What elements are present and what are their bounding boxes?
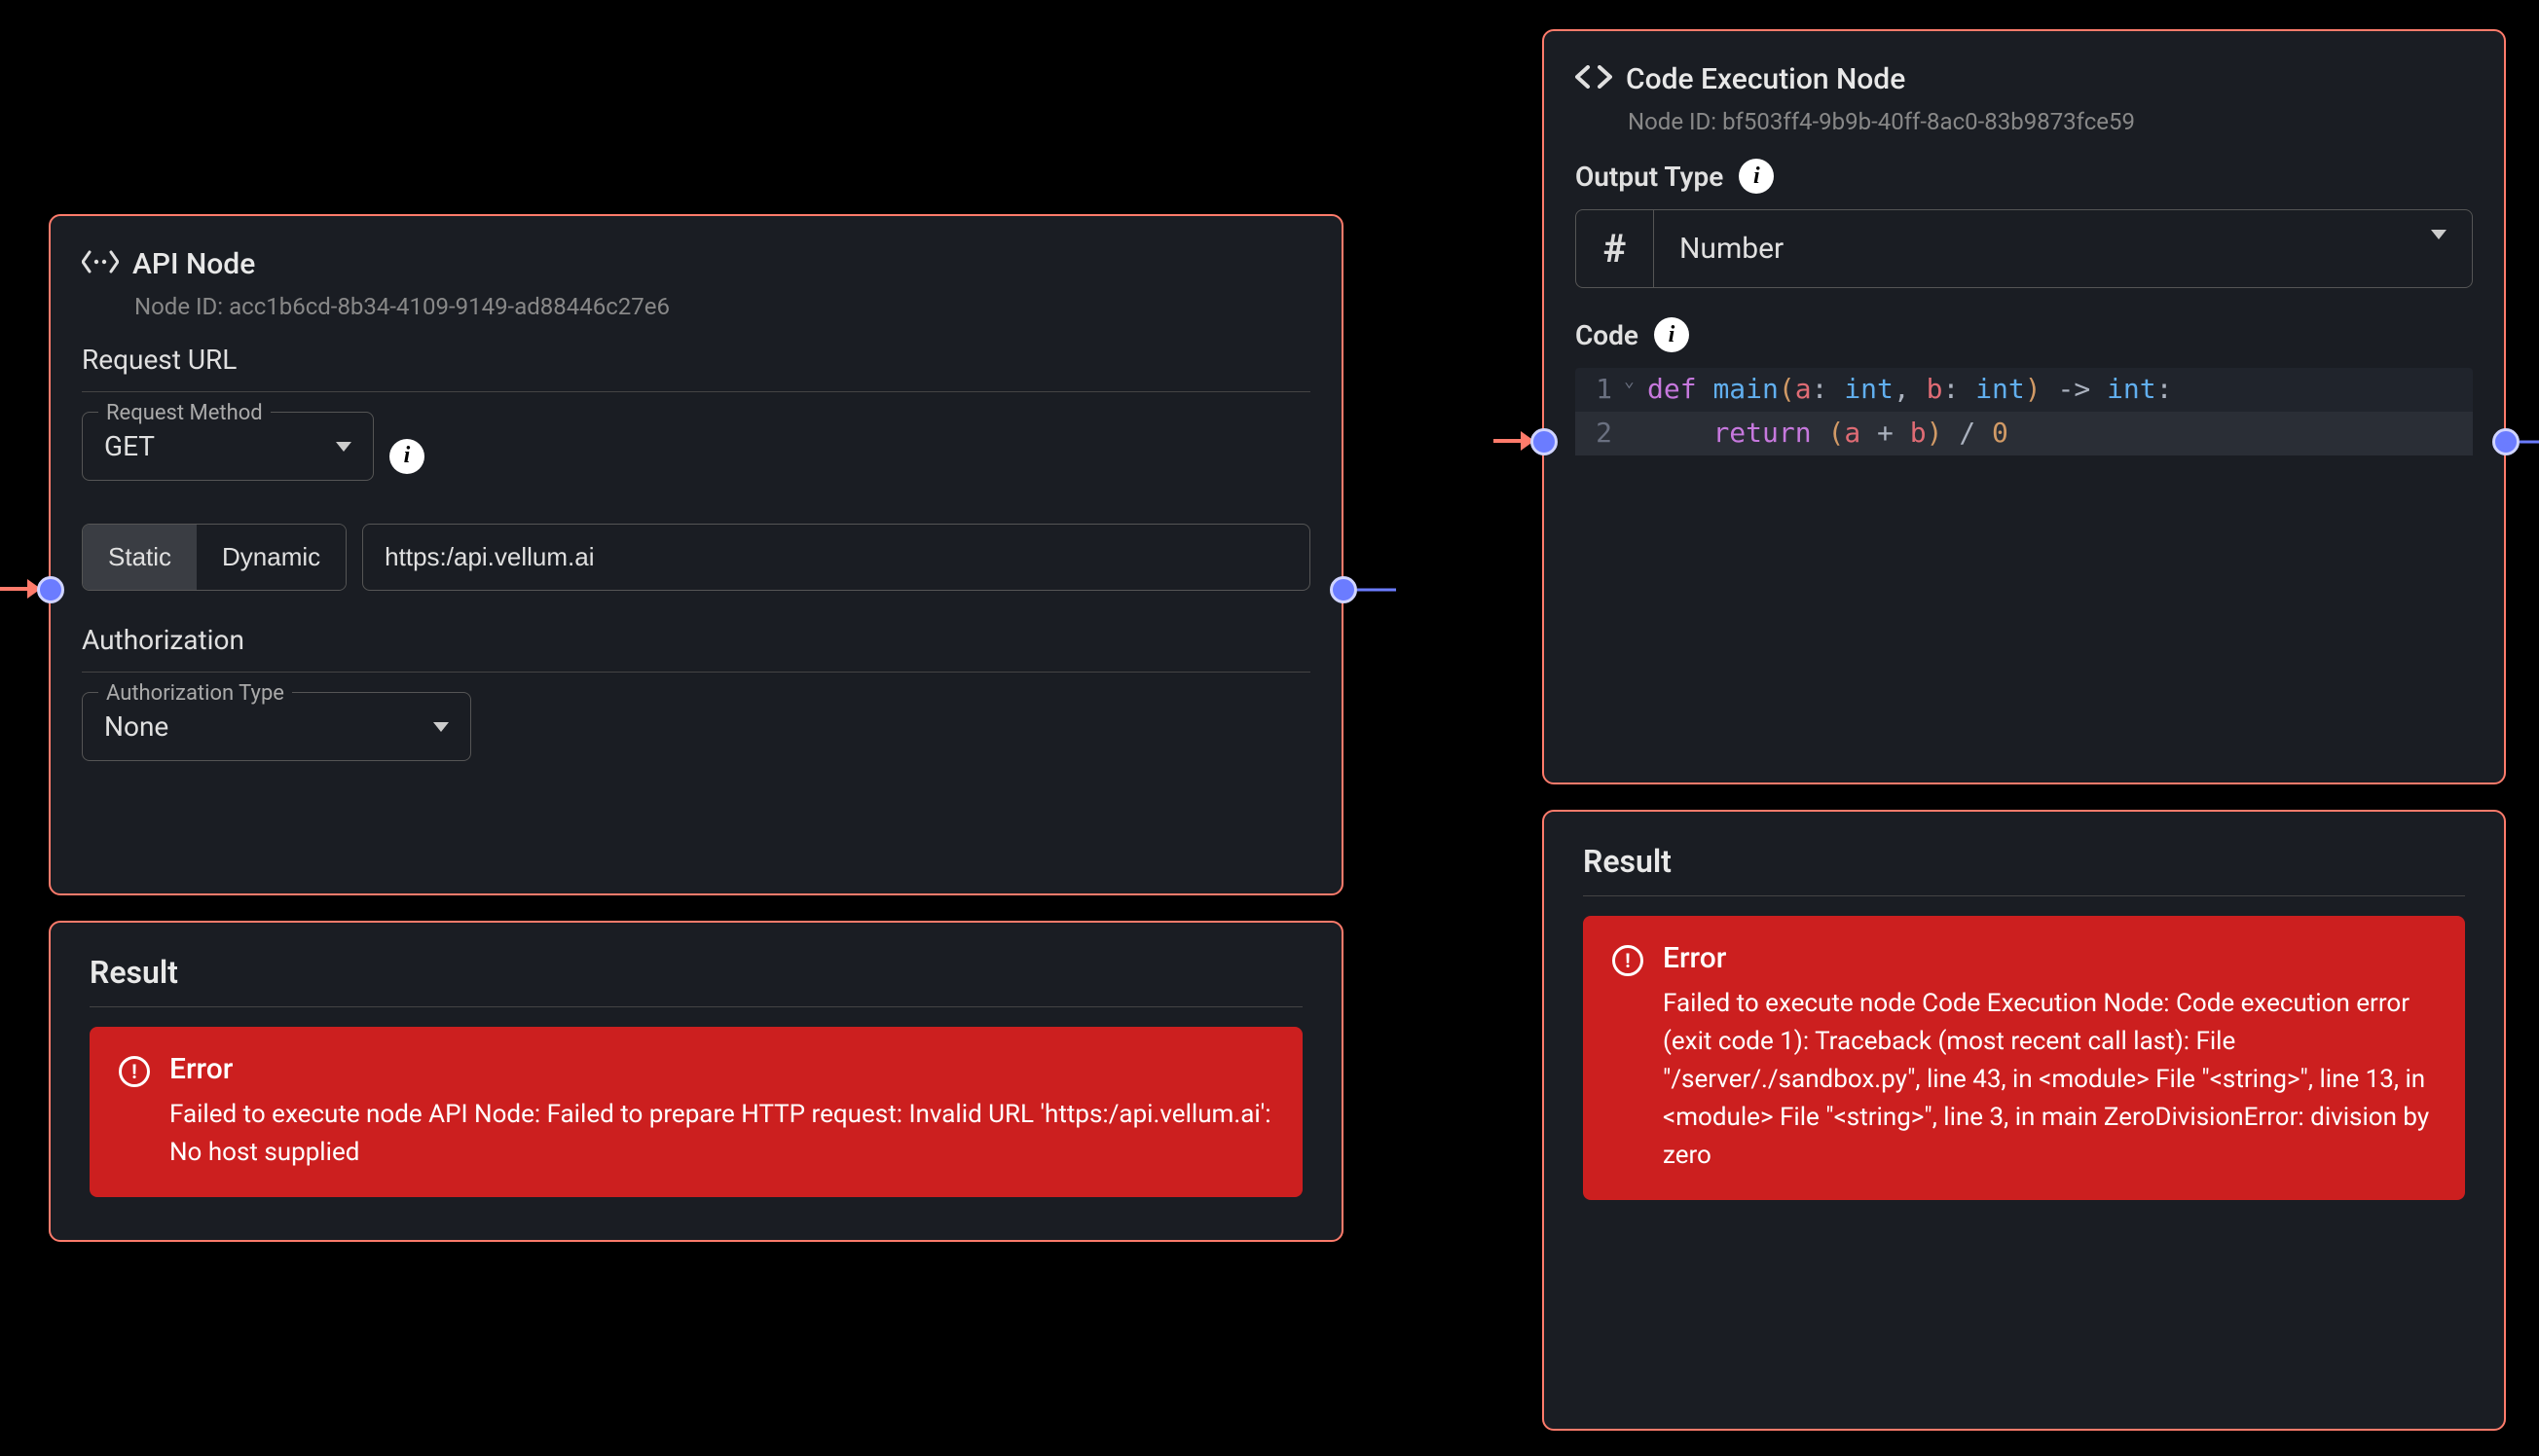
info-icon[interactable]: i: [389, 439, 424, 474]
divider: [82, 672, 1310, 673]
code-content: def main(a: int, b: int) -> int:: [1647, 368, 2173, 412]
code-result-card: Result ! Error Failed to execute node Co…: [1542, 810, 2506, 1431]
connector-line: [2520, 436, 2539, 448]
url-input[interactable]: [362, 524, 1310, 591]
error-icon: !: [1612, 945, 1643, 976]
info-icon[interactable]: i: [1739, 159, 1774, 194]
request-method-legend: Request Method: [98, 401, 271, 425]
error-box: ! Error Failed to execute node Code Exec…: [1583, 916, 2465, 1200]
auth-type-legend: Authorization Type: [98, 681, 292, 706]
authorization-label: Authorization: [82, 624, 1310, 656]
info-icon[interactable]: i: [1654, 317, 1689, 352]
input-port[interactable]: [37, 576, 64, 603]
error-box: ! Error Failed to execute node API Node:…: [90, 1027, 1303, 1197]
line-number: 2: [1575, 412, 1624, 455]
chevron-down-icon: [2406, 239, 2472, 258]
line-number: 1: [1575, 368, 1624, 412]
api-icon: [82, 247, 119, 281]
code-icon: [1575, 62, 1612, 96]
api-node-title: API Node: [132, 247, 255, 281]
divider: [82, 391, 1310, 392]
fold-icon[interactable]: ⌄: [1624, 368, 1647, 412]
tab-dynamic[interactable]: Dynamic: [197, 525, 346, 590]
chevron-down-icon: [433, 722, 449, 732]
api-node-header: API Node: [82, 247, 1310, 281]
error-title: Error: [1663, 941, 2436, 975]
result-heading: Result: [90, 954, 1303, 991]
code-node-id: Node ID: bf503ff4-9b9b-40ff-8ac0-83b9873…: [1628, 108, 2473, 135]
code-editor[interactable]: 1 ⌄ def main(a: int, b: int) -> int: 2 r…: [1575, 368, 2473, 455]
divider: [1583, 895, 2465, 896]
error-message: Failed to execute node API Node: Failed …: [169, 1096, 1273, 1172]
input-port[interactable]: [1530, 428, 1558, 455]
api-node-id: Node ID: acc1b6cd-8b34-4109-9149-ad88446…: [134, 293, 1310, 320]
url-mode-toggle: Static Dynamic: [82, 524, 347, 591]
api-node-card: API Node Node ID: acc1b6cd-8b34-4109-914…: [49, 214, 1343, 895]
result-heading: Result: [1583, 843, 2465, 880]
auth-type-value: None: [104, 710, 168, 743]
request-method-select[interactable]: Request Method GET: [82, 412, 374, 481]
output-type-value: Number: [1654, 214, 2406, 283]
tab-static[interactable]: Static: [83, 525, 197, 590]
code-node-card: Code Execution Node Node ID: bf503ff4-9b…: [1542, 29, 2506, 784]
chevron-down-icon: [336, 442, 351, 452]
divider: [90, 1006, 1303, 1007]
output-port[interactable]: [1330, 576, 1357, 603]
code-node-title: Code Execution Node: [1626, 62, 1905, 96]
output-type-label: Output Type i: [1575, 159, 2473, 194]
request-method-value: GET: [104, 430, 155, 462]
connector-line: [1357, 584, 1396, 596]
output-type-select[interactable]: # Number: [1575, 209, 2473, 288]
error-message: Failed to execute node Code Execution No…: [1663, 985, 2436, 1175]
code-content: return (a + b) / 0: [1647, 412, 2008, 455]
output-port[interactable]: [2492, 428, 2520, 455]
hash-icon: #: [1576, 210, 1654, 287]
code-node-header: Code Execution Node: [1575, 62, 2473, 96]
request-url-label: Request URL: [82, 344, 1310, 376]
code-label: Code i: [1575, 317, 2473, 352]
error-icon: !: [119, 1056, 150, 1087]
api-result-card: Result ! Error Failed to execute node AP…: [49, 921, 1343, 1242]
auth-type-select[interactable]: Authorization Type None: [82, 692, 471, 761]
error-title: Error: [169, 1052, 1273, 1086]
